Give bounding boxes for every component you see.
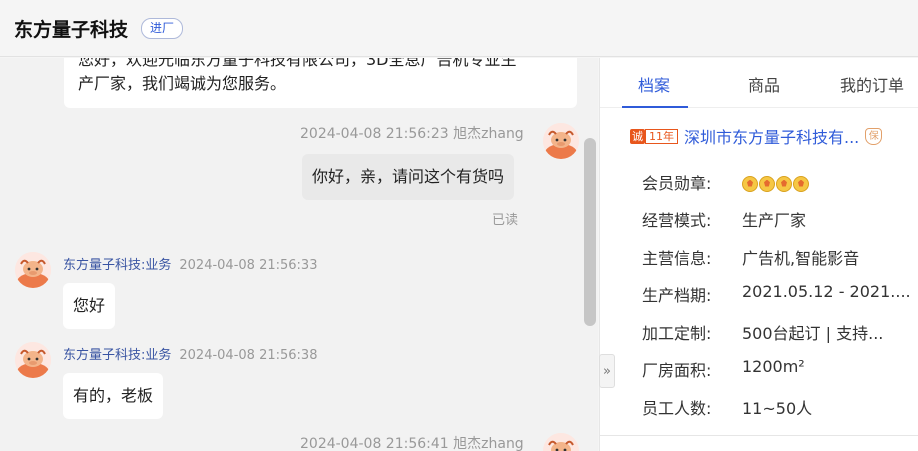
welcome-message: 您好，欢迎光临东方量子科技有限公司，3D全息广告机专业生 产厂家，我们竭诚为您服… xyxy=(64,58,577,108)
message-meta: 2024-04-08 21:56:41 旭杰zhang xyxy=(300,436,524,451)
medal-icon xyxy=(793,175,809,192)
seller-avatar[interactable] xyxy=(15,342,51,378)
welcome-message-line1: 您好，欢迎光临东方量子科技有限公司，3D全息广告机专业生 xyxy=(78,58,517,69)
ox-avatar-icon xyxy=(543,123,579,159)
info-label: 主营信息: xyxy=(642,249,712,268)
message-meta: 2024-04-08 21:56:23 旭杰zhang xyxy=(300,126,524,142)
message-time: 2024-04-08 21:56:33 xyxy=(179,258,318,273)
chat-scrollbar[interactable] xyxy=(584,138,596,326)
incoming-message: 有的，老板 xyxy=(63,373,164,419)
info-label: 厂房面积: xyxy=(642,361,712,380)
medal-icon xyxy=(742,175,758,192)
double-chevron-right-icon: » xyxy=(603,363,611,379)
seller-avatar[interactable] xyxy=(15,252,51,288)
info-row-main-business: 主营信息: 广告机,智能影音 xyxy=(642,245,859,269)
chat-header: 东方量子科技 进厂 xyxy=(0,0,918,57)
medal-icon xyxy=(776,175,792,192)
info-row-production-schedule: 生产档期: 2021.05.12 - 2021.... xyxy=(642,282,911,306)
shop-title: 东方量子科技 xyxy=(14,18,129,41)
collapse-panel-button[interactable]: » xyxy=(599,354,615,388)
welcome-message-line2: 产厂家，我们竭诚为您服务。 xyxy=(78,74,287,93)
tab-my-orders[interactable]: 我的订单 xyxy=(840,72,904,96)
info-row-customization: 加工定制: 500台起订 | 支持... xyxy=(642,320,883,344)
sender-line: 东方量子科技:业务 2024-04-08 21:56:38 xyxy=(63,344,317,363)
integrity-badge: 诚 xyxy=(630,128,645,144)
user-avatar[interactable] xyxy=(543,123,579,159)
divider xyxy=(600,435,918,436)
active-tab-indicator xyxy=(622,106,688,108)
info-tabs: 档案 商品 我的订单 xyxy=(600,58,918,108)
ox-avatar-icon xyxy=(543,433,579,451)
ox-avatar-icon xyxy=(15,252,51,288)
info-value: 500台起订 | 支持... xyxy=(742,324,884,343)
ox-avatar-icon xyxy=(15,342,51,378)
sender-name[interactable]: 东方量子科技:业务 xyxy=(63,258,171,273)
chat-panel[interactable]: 您好，欢迎光临东方量子科技有限公司，3D全息广告机专业生 产厂家，我们竭诚为您服… xyxy=(0,58,598,451)
years-badge: 11年 xyxy=(645,128,678,144)
info-label: 会员勋章: xyxy=(642,174,712,193)
info-value: 2021.05.12 - 2021.... xyxy=(742,282,911,301)
sender-name[interactable]: 东方量子科技:业务 xyxy=(63,348,171,363)
info-value: 1200m² xyxy=(742,357,805,376)
shop-info-panel: 档案 商品 我的订单 诚 11年 深圳市东方量子科技有... 保 会员勋章: 经… xyxy=(599,58,918,451)
sender-line: 东方量子科技:业务 2024-04-08 21:56:33 xyxy=(63,254,317,273)
info-row-business-model: 经营模式: 生产厂家 xyxy=(642,207,806,231)
info-label: 加工定制: xyxy=(642,324,712,343)
incoming-message: 您好 xyxy=(63,283,116,329)
tab-profile[interactable]: 档案 xyxy=(638,72,670,96)
read-status: 已读 xyxy=(492,213,519,228)
company-row: 诚 11年 深圳市东方量子科技有... 保 xyxy=(630,124,883,148)
tab-products[interactable]: 商品 xyxy=(748,72,780,96)
message-time: 2024-04-08 21:56:38 xyxy=(179,348,318,363)
info-row-staff-count: 员工人数: 11~50人 xyxy=(642,395,812,419)
outgoing-message: 你好，亲，请问这个有货吗 xyxy=(302,154,515,200)
info-label: 生产档期: xyxy=(642,286,712,305)
medal-icon xyxy=(759,175,775,192)
enter-factory-badge[interactable]: 进厂 xyxy=(141,17,184,39)
info-row-factory-area: 厂房面积: 1200m² xyxy=(642,357,805,381)
guarantee-shield-icon: 保 xyxy=(865,127,883,145)
company-name-link[interactable]: 深圳市东方量子科技有... xyxy=(684,124,859,148)
member-medals xyxy=(742,170,809,194)
info-label: 员工人数: xyxy=(642,399,712,418)
info-label: 经营模式: xyxy=(642,211,712,230)
info-value: 广告机,智能影音 xyxy=(742,249,860,268)
info-value: 11~50人 xyxy=(742,399,813,418)
info-value: 生产厂家 xyxy=(742,211,807,230)
info-row-medals: 会员勋章: xyxy=(642,170,809,194)
user-avatar[interactable] xyxy=(543,433,579,451)
